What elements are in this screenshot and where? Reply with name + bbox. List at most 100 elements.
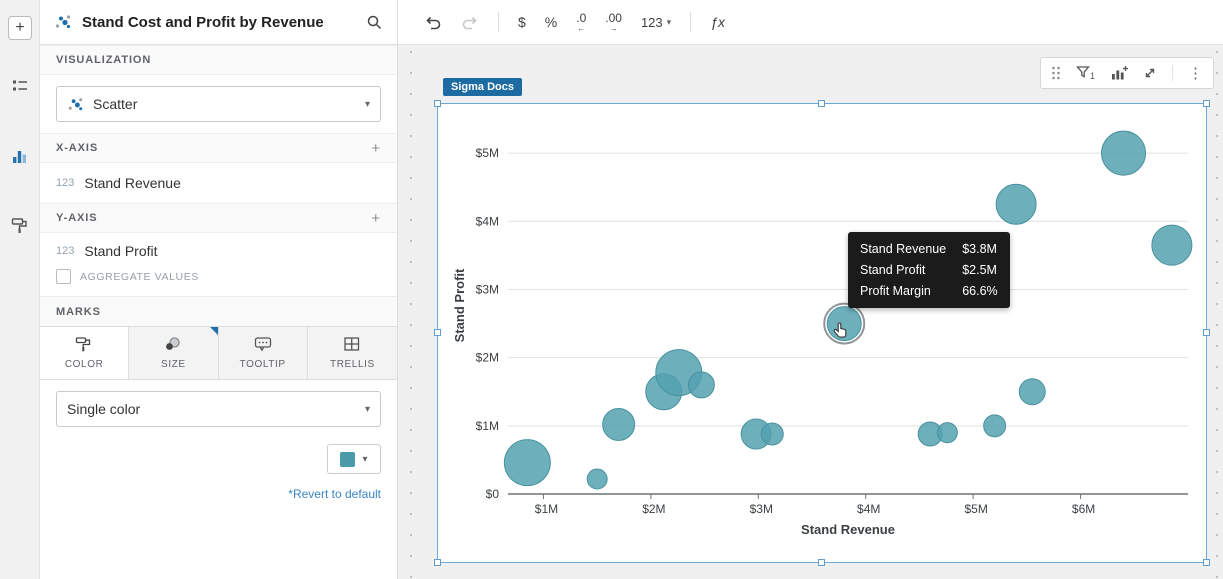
revert-to-default-link[interactable]: *Revert to default (40, 474, 397, 514)
number-format-label: 123 (640, 14, 663, 30)
svg-text:$0: $0 (486, 487, 500, 501)
x-axis-label: X-AXIS (56, 142, 99, 154)
format-button[interactable] (10, 216, 30, 236)
drag-handle-icon[interactable] (1051, 65, 1061, 81)
y-axis-field[interactable]: 123 Stand Profit (40, 233, 397, 269)
workbook-canvas[interactable]: Sigma Docs 1 ⋮ $0 $1M $2M $3M $4M $5M $1… (398, 45, 1223, 579)
color-swatch-button[interactable]: ▾ (327, 444, 381, 474)
chevron-down-icon: ▾ (666, 16, 672, 27)
percent-format-button[interactable]: % (545, 14, 557, 30)
visualization-label: VISUALIZATION (56, 54, 152, 66)
resize-handle-bottom-left[interactable] (434, 559, 441, 566)
modified-indicator (209, 327, 218, 335)
number-type-badge: 123 (56, 177, 75, 189)
filter-count-badge: 1 (1090, 71, 1096, 81)
size-circles-icon (166, 337, 180, 350)
marks-section-header: MARKS (40, 296, 397, 326)
resize-handle-bottom-right[interactable] (1203, 559, 1210, 566)
element-toolbar: 1 ⋮ (1040, 57, 1215, 89)
svg-text:$4M: $4M (857, 502, 880, 516)
x-axis-section-header: X-AXIS + (40, 133, 397, 163)
chevron-down-icon: ▾ (362, 453, 368, 465)
chevron-down-icon: ▾ (364, 98, 370, 110)
paint-roller-icon (11, 218, 27, 233)
more-options-button[interactable]: ⋮ (1188, 66, 1203, 81)
y-axis-label: Y-AXIS (56, 212, 98, 224)
resize-handle-top[interactable] (818, 100, 825, 107)
visualization-selected-value: Scatter (93, 96, 138, 112)
aggregate-values-row: AGGREGATE VALUES (40, 269, 397, 296)
tooltip-value: $2.5M (962, 263, 997, 277)
grid-dots-right (1216, 51, 1218, 579)
svg-text:$2M: $2M (476, 351, 499, 365)
toolbar-divider (690, 12, 692, 32)
page-outline-icon (13, 80, 27, 91)
paint-roller-icon (75, 337, 91, 352)
undo-icon (426, 16, 441, 30)
trellis-grid-icon (344, 337, 360, 351)
formula-button[interactable]: ƒx (710, 14, 725, 30)
element-name-badge: Sigma Docs (443, 78, 522, 96)
tab-trellis-label: TRELLIS (329, 359, 375, 370)
redo-button[interactable] (461, 14, 479, 30)
chart-tooltip: Stand Revenue $3.8M Stand Profit $2.5M P… (848, 232, 1010, 308)
x-axis-field[interactable]: 123 Stand Revenue (40, 163, 397, 203)
tab-color[interactable]: COLOR (40, 327, 130, 379)
currency-format-button[interactable]: $ (518, 14, 526, 30)
grid-dots-left (410, 51, 412, 579)
bar-chart-icon (13, 151, 26, 163)
tab-tooltip[interactable]: TOOLTIP (218, 327, 308, 379)
element-panel: Stand Cost and Profit by Revenue VISUALI… (40, 0, 398, 579)
decrease-decimals-glyph: .0 (576, 10, 587, 25)
page-outline-button[interactable] (10, 76, 30, 96)
decrease-decimals-button[interactable]: .0 ← (576, 12, 586, 33)
right-arrow-icon: → (609, 23, 618, 33)
x-axis-field-name: Stand Revenue (84, 175, 181, 191)
visualization-type-select[interactable]: Scatter ▾ (56, 86, 381, 122)
tab-tooltip-label: TOOLTIP (239, 359, 286, 370)
svg-text:Stand Revenue: Stand Revenue (801, 522, 895, 537)
tab-trellis[interactable]: TRELLIS (307, 327, 397, 379)
tooltip-value: $3.8M (962, 242, 997, 256)
element-title[interactable]: Stand Cost and Profit by Revenue (82, 14, 356, 31)
svg-text:$4M: $4M (476, 214, 499, 228)
y-axis-field-name: Stand Profit (84, 243, 158, 259)
increase-decimals-button[interactable]: .00 → (605, 12, 622, 33)
toolbar-divider (498, 12, 499, 32)
resize-handle-top-left[interactable] (434, 100, 441, 107)
svg-text:$5M: $5M (476, 146, 499, 160)
chart-elements-button[interactable] (10, 146, 30, 166)
visualization-section-header: VISUALIZATION (40, 45, 397, 75)
tooltip-label: Stand Revenue (860, 242, 947, 256)
svg-text:$1M: $1M (535, 502, 558, 516)
expand-arrows-icon (1145, 68, 1155, 78)
tab-size[interactable]: SIZE (129, 327, 219, 379)
scatter-type-icon (55, 15, 71, 29)
add-element-button[interactable]: + (8, 16, 32, 40)
resize-handle-top-right[interactable] (1203, 100, 1210, 107)
add-chart-button[interactable] (1110, 65, 1129, 81)
tooltip-bubble-icon (254, 337, 271, 352)
tab-color-label: COLOR (64, 359, 104, 370)
svg-text:$5M: $5M (964, 502, 987, 516)
svg-text:$1M: $1M (476, 419, 499, 433)
search-icon[interactable] (366, 14, 383, 31)
number-format-dropdown[interactable]: 123 ▾ (641, 15, 671, 30)
resize-handle-left[interactable] (434, 329, 441, 336)
color-mode-value: Single color (67, 401, 141, 417)
maximize-button[interactable] (1143, 66, 1157, 80)
left-rail: + (0, 0, 40, 579)
x-axis-add-button[interactable]: + (371, 140, 381, 157)
resize-handle-right[interactable] (1203, 329, 1210, 336)
filter-button[interactable]: 1 (1076, 65, 1095, 81)
aggregate-values-label: AGGREGATE VALUES (80, 270, 199, 283)
svg-text:Stand Profit: Stand Profit (452, 268, 467, 342)
resize-handle-bottom[interactable] (818, 559, 825, 566)
scatter-plot[interactable]: $0 $1M $2M $3M $4M $5M $1M $2M $3M $4M $5M $6M Stand… (438, 104, 1206, 562)
chart-element[interactable]: $0 $1M $2M $3M $4M $5M $1M $2M $3M $4M $5M $6M Stand… (434, 100, 1210, 566)
formatting-toolbar: $ % .0 ← .00 → 123 ▾ ƒx (398, 0, 1223, 45)
undo-button[interactable] (424, 14, 442, 30)
y-axis-add-button[interactable]: + (371, 210, 381, 227)
color-mode-select[interactable]: Single color ▾ (56, 391, 381, 427)
aggregate-values-checkbox[interactable] (56, 269, 71, 284)
